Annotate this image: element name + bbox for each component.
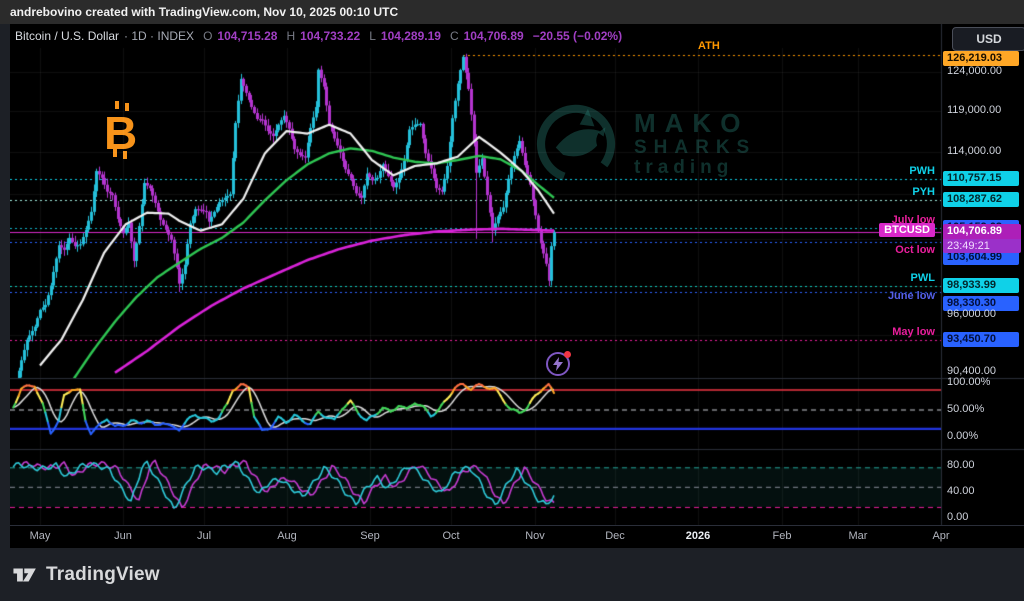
notification-dot [564,351,571,358]
ohlc-open-value: 104,715.28 [217,29,277,43]
price-scale-label: 100.00% [943,375,1019,390]
last-price-value: 104,706.89 [943,224,1021,239]
change-value: −20.55 (−0.02%) [533,29,622,43]
time-axis-label: Feb [773,530,792,542]
time-axis-label: 2026 [686,530,710,542]
price-scale[interactable]: 126,219.03124,000.00119,000.00114,000.00… [941,24,1024,525]
quick-action-lightning-button[interactable] [546,352,570,376]
time-axis-label: May [30,530,51,542]
chart-canvas[interactable] [10,24,1024,548]
level-name-label: May low [892,326,935,338]
lightning-icon [553,357,563,371]
price-scale-label: 96,000.00 [943,307,1019,322]
level-name-label: Oct low [895,244,935,256]
tradingview-screenshot: andrebovino created with TradingView.com… [0,0,1024,601]
price-scale-label: 110,757.15 [943,171,1019,186]
bar-countdown: 23:49:21 [943,239,1021,253]
symbol-meta: · 1D · INDEX [124,29,194,43]
time-axis-label: Jul [197,530,211,542]
price-scale-label: 40.00 [943,484,1019,499]
ohlc-low-label: L [369,29,376,43]
time-axis-label: Nov [525,530,545,542]
time-axis-label: Aug [277,530,297,542]
price-scale-label: 93,450.70 [943,332,1019,347]
symbol-price-badge: BTCUSD [879,223,935,237]
time-axis-label: Sep [360,530,380,542]
ohlc-high-value: 104,733.22 [300,29,360,43]
level-name-label: PYH [912,186,935,198]
price-scale-label: 80.00 [943,458,1019,473]
ohlc-low-value: 104,289.19 [381,29,441,43]
bottom-frame: TradingView [0,548,1024,601]
ohlc-high-label: H [286,29,295,43]
time-axis-label: Dec [605,530,625,542]
attribution-text: andrebovino created with TradingView.com… [10,5,398,19]
tradingview-logo[interactable]: TradingView [12,564,160,586]
symbol-info-bar[interactable]: Bitcoin / U.S. Dollar · 1D · INDEX O 104… [10,24,715,48]
attribution-bar: andrebovino created with TradingView.com… [0,0,1024,24]
ohlc-close-label: C [450,29,459,43]
price-scale-label: 108,287.62 [943,192,1019,207]
symbol-title[interactable]: Bitcoin / U.S. Dollar [15,29,119,43]
price-scale-label: 114,000.00 [943,144,1019,159]
level-name-label: PWH [909,165,935,177]
price-scale-label: 50.00% [943,402,1019,417]
tradingview-logo-icon [12,564,38,586]
time-axis-label: Apr [932,530,949,542]
last-price-label: 104,706.89 23:49:21 [943,224,1021,253]
currency-toggle-button[interactable]: USD [952,27,1024,51]
price-scale-label: 0.00 [943,510,1019,525]
time-axis-label: Jun [114,530,132,542]
tradingview-logo-text: TradingView [46,564,160,586]
ohlc-open-label: O [203,29,212,43]
time-axis[interactable]: May Jun Jul Aug Sep Oct Nov Dec 2026 Feb Mar Apr [10,525,1024,549]
price-scale-label: 119,000.00 [943,103,1019,118]
ohlc-close-value: 104,706.89 [464,29,524,43]
level-name-label: PWL [911,272,935,284]
time-axis-label: Mar [849,530,868,542]
price-scale-label: 0.00% [943,429,1019,444]
chart-window: MAKO SHARKS trading B Bitcoin / U.S. Dol… [10,24,1024,548]
level-name-label: June low [888,290,935,302]
price-scale-label: 98,933.99 [943,278,1019,293]
price-scale-label: 124,000.00 [943,64,1019,79]
time-axis-label: Oct [442,530,459,542]
